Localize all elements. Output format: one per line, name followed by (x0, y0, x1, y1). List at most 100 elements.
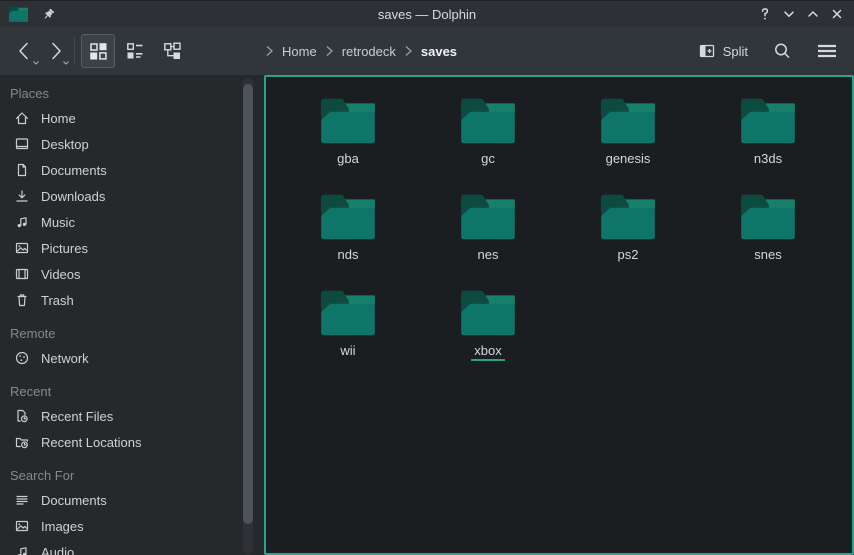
sidebar-item-recent-files[interactable]: Recent Files (0, 403, 264, 429)
breadcrumb-saves[interactable]: saves (421, 44, 457, 59)
desktop-icon (14, 136, 30, 152)
document-icon (14, 162, 30, 178)
sidebar-item-label: Documents (41, 493, 107, 508)
folder-item-nds[interactable]: nds (278, 190, 418, 286)
hamburger-icon (815, 40, 839, 62)
music-note-icon (14, 214, 30, 230)
sidebar-item-home[interactable]: Home (0, 105, 264, 131)
caret-down-icon (32, 60, 40, 66)
caret-down-icon (62, 60, 70, 66)
folder-label: gc (478, 151, 498, 167)
folder-item-snes[interactable]: snes (698, 190, 838, 286)
folder-item-ps2[interactable]: ps2 (558, 190, 698, 286)
section-header-recent: Recent (0, 381, 264, 403)
sidebar-item-label: Desktop (41, 137, 89, 152)
back-button[interactable] (10, 34, 40, 68)
folder-view: gba gc genesis n3ds nds (264, 75, 854, 555)
music-note-icon (14, 544, 30, 555)
folder-item-n3ds[interactable]: n3ds (698, 94, 838, 190)
folder-icon (317, 96, 379, 146)
titlebar: saves — Dolphin (0, 0, 854, 27)
places-panel: Places Home Desktop Documents Downloads (0, 75, 264, 555)
sidebar-item-label: Music (41, 215, 75, 230)
sidebar-item-pictures[interactable]: Pictures (0, 235, 264, 261)
sidebar-item-documents[interactable]: Documents (0, 157, 264, 183)
folder-clock-icon (14, 434, 30, 450)
sidebar-item-label: Images (41, 519, 84, 534)
sidebar-item-label: Recent Locations (41, 435, 141, 450)
details-view-button[interactable] (118, 34, 152, 68)
breadcrumb-home[interactable]: Home (282, 44, 317, 59)
help-button[interactable] (756, 5, 774, 23)
sidebar-item-label: Audio (41, 545, 74, 555)
close-button[interactable] (828, 5, 846, 23)
search-button[interactable] (766, 35, 798, 67)
toolbar-separator (74, 37, 75, 65)
search-icon (771, 40, 793, 62)
forward-button[interactable] (40, 34, 70, 68)
trash-icon (14, 292, 30, 308)
download-icon (14, 188, 30, 204)
sidebar-item-trash[interactable]: Trash (0, 287, 264, 313)
pin-icon[interactable] (41, 7, 56, 22)
sidebar-item-network[interactable]: Network (0, 345, 264, 371)
image-icon (14, 518, 30, 534)
remote-section: Remote Network (0, 323, 264, 371)
sidebar-item-search-images[interactable]: Images (0, 513, 264, 539)
search-for-section: Search For Documents Images Audio (0, 465, 264, 555)
home-icon (14, 110, 30, 126)
split-view-icon (698, 42, 716, 60)
sidebar-item-label: Videos (41, 267, 81, 282)
folder-label: genesis (603, 151, 654, 167)
sidebar-item-search-audio[interactable]: Audio (0, 539, 264, 555)
sidebar-item-label: Downloads (41, 189, 105, 204)
folder-label: nds (335, 247, 362, 263)
sidebar-item-downloads[interactable]: Downloads (0, 183, 264, 209)
folder-grid: gba gc genesis n3ds nds (266, 77, 852, 382)
folder-icon (457, 288, 519, 338)
folder-icon (737, 192, 799, 242)
sidebar-item-desktop[interactable]: Desktop (0, 131, 264, 157)
sidebar-item-music[interactable]: Music (0, 209, 264, 235)
split-button[interactable]: Split (692, 37, 754, 65)
recent-section: Recent Recent Files Recent Locations (0, 381, 264, 455)
folder-icon (597, 192, 659, 242)
folder-item-xbox[interactable]: xbox (418, 286, 558, 382)
places-section: Places Home Desktop Documents Downloads (0, 83, 264, 313)
minimize-button[interactable] (780, 5, 798, 23)
sidebar-item-label: Documents (41, 163, 107, 178)
folder-label: gba (334, 151, 362, 167)
folder-icon (597, 96, 659, 146)
toolbar: Home retrodeck saves Split (0, 27, 854, 75)
folder-item-genesis[interactable]: genesis (558, 94, 698, 190)
sidebar-item-label: Trash (41, 293, 74, 308)
maximize-button[interactable] (804, 5, 822, 23)
folder-icon (317, 192, 379, 242)
folder-item-gba[interactable]: gba (278, 94, 418, 190)
window-title: saves — Dolphin (0, 7, 854, 22)
sidebar-item-label: Recent Files (41, 409, 113, 424)
folder-label: n3ds (751, 151, 785, 167)
tree-view-icon (161, 40, 183, 62)
sidebar-scrollbar-thumb[interactable] (243, 84, 253, 524)
sidebar-item-videos[interactable]: Videos (0, 261, 264, 287)
section-header-places: Places (0, 83, 264, 105)
folder-item-gc[interactable]: gc (418, 94, 558, 190)
folder-item-wii[interactable]: wii (278, 286, 418, 382)
breadcrumb-chevron-icon (403, 44, 414, 58)
sidebar-item-label: Pictures (41, 241, 88, 256)
dolphin-window: saves — Dolphin (0, 0, 854, 555)
folder-item-nes[interactable]: nes (418, 190, 558, 286)
sidebar-item-label: Home (41, 111, 76, 126)
icons-view-button[interactable] (81, 34, 115, 68)
sidebar-item-search-documents[interactable]: Documents (0, 487, 264, 513)
tree-view-button[interactable] (155, 34, 189, 68)
section-header-remote: Remote (0, 323, 264, 345)
sidebar-item-recent-locations[interactable]: Recent Locations (0, 429, 264, 455)
menu-button[interactable] (810, 35, 844, 67)
folder-icon (457, 192, 519, 242)
breadcrumb-retrodeck[interactable]: retrodeck (342, 44, 396, 59)
folder-label: nes (475, 247, 502, 263)
folder-label: xbox (471, 343, 504, 361)
sidebar-item-label: Network (41, 351, 89, 366)
